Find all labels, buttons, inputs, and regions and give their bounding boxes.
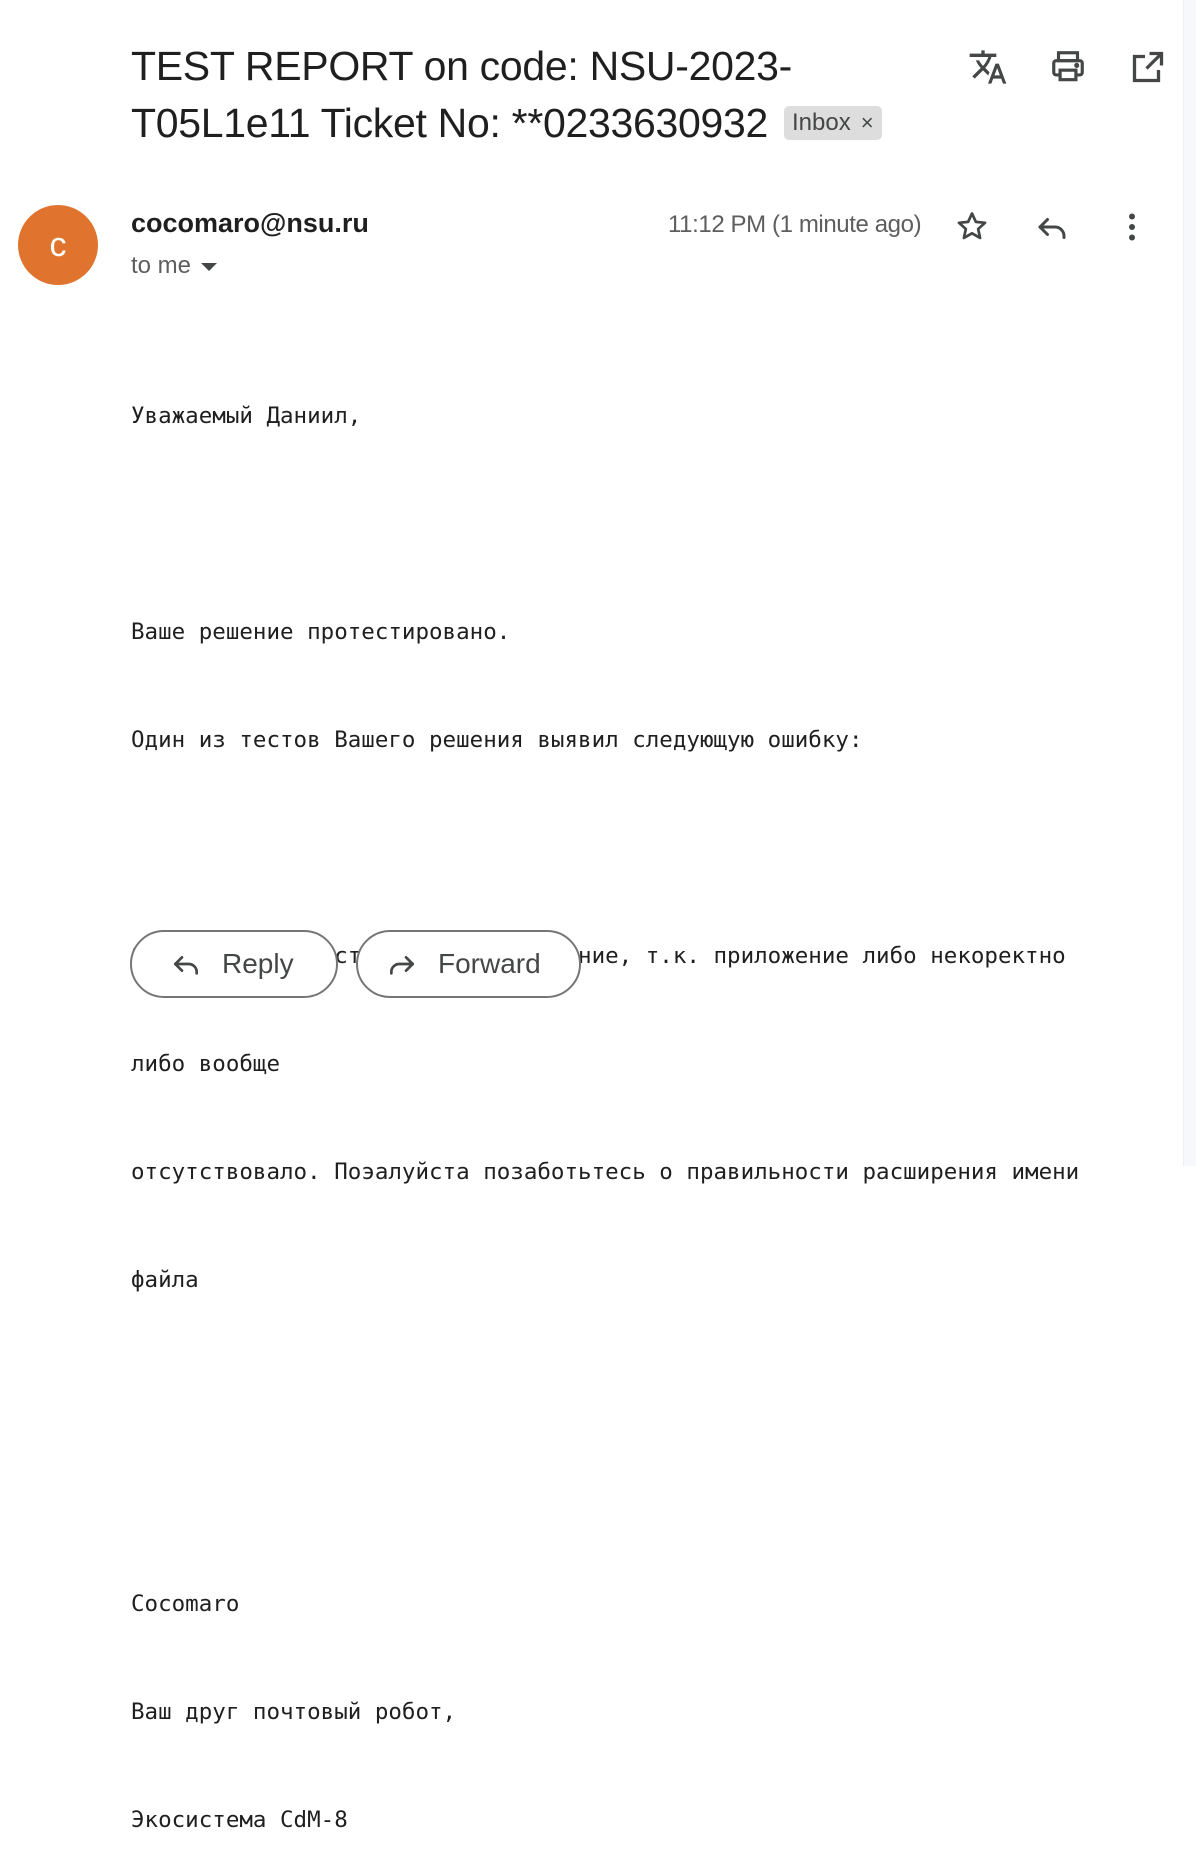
body-line: либо вообще [131,1051,281,1077]
sender-email[interactable]: cocomaro@nsu.ru [131,208,369,239]
remove-label-button[interactable]: × [861,106,874,140]
more-vert-icon[interactable] [1110,205,1154,249]
recipient-summary[interactable]: to me [131,252,218,280]
body-line: файла [131,1267,199,1293]
message-timestamp: 11:12 PM (1 minute ago) [668,211,922,238]
subject-actions [966,45,1170,89]
body-line [131,1370,1171,1406]
open-in-new-window-icon[interactable] [1126,45,1170,89]
message-body: Уважаемый Даниил, Ваше решение протестир… [131,326,1171,1874]
body-line: Один из тестов Вашего решения выявил сле… [131,727,863,753]
star-icon[interactable] [950,205,994,249]
inbox-label-chip: Inbox × [784,106,882,140]
reply-button-label: Reply [222,948,294,979]
forward-button-label: Forward [438,948,541,979]
scrollbar-track[interactable] [1183,0,1196,1166]
email-subject: TEST REPORT on code: NSU-2023- T05L1e11 … [131,38,931,152]
subject-line-2: T05L1e11 Ticket No: **0233630932 [131,100,769,146]
message-actions [950,205,1154,249]
body-line [131,830,1171,866]
body-line: Ваш друг почтовый робот, [131,1699,457,1725]
body-line: Ваше решение протестировано. [131,619,511,645]
print-icon[interactable] [1046,45,1090,89]
body-line [131,506,1171,542]
inbox-label-text: Inbox [792,109,851,136]
body-line: отсутствовало. Поэалуйста позаботьтесь о… [131,1159,1080,1185]
body-line: Уважаемый Даниил, [131,403,362,429]
chevron-down-icon[interactable] [201,263,218,271]
reply-icon [174,956,198,975]
forward-icon [390,956,414,975]
body-line: Экосистема CdM-8 [131,1807,348,1833]
translate-icon[interactable] [966,45,1010,89]
sender-avatar[interactable]: c [18,205,98,285]
reply-icon[interactable] [1030,205,1074,249]
forward-button[interactable]: Forward [356,930,581,998]
avatar-letter: c [49,226,67,264]
body-line [131,1478,1171,1514]
reply-forward-bar: Reply Forward [130,930,581,998]
reply-button[interactable]: Reply [130,930,338,998]
recipient-text: to me [131,252,192,279]
body-line: Cocomaro [131,1591,240,1617]
subject-line-1: TEST REPORT on code: NSU-2023- [131,43,792,89]
